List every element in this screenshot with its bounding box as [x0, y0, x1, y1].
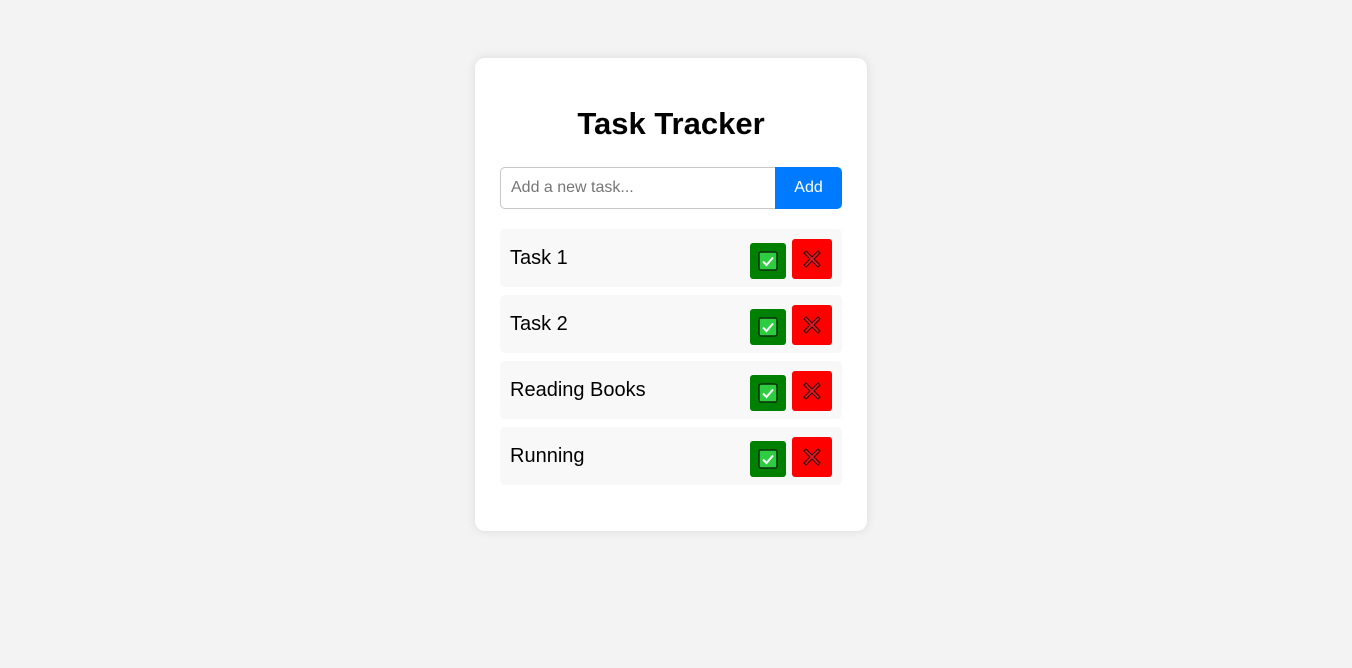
add-task-form: Add [500, 167, 842, 209]
task-text: Task 2 [510, 313, 568, 335]
check-box-icon [758, 449, 778, 469]
delete-task-button[interactable] [792, 239, 832, 279]
page-title: Task Tracker [577, 106, 765, 141]
delete-task-button[interactable] [792, 437, 832, 477]
task-item: Task 2 [500, 295, 842, 353]
add-button[interactable]: Add [775, 167, 842, 209]
task-text: Running [510, 445, 585, 467]
cross-mark-icon [800, 379, 824, 403]
cross-mark-icon [800, 445, 824, 469]
complete-task-button[interactable] [750, 375, 786, 411]
task-item: Running [500, 427, 842, 485]
check-box-icon [758, 251, 778, 271]
cross-mark-icon [800, 313, 824, 337]
check-box-icon [758, 383, 778, 403]
task-text: Reading Books [510, 379, 646, 401]
delete-task-button[interactable] [792, 371, 832, 411]
task-item: Task 1 [500, 229, 842, 287]
task-text: Task 1 [510, 247, 568, 269]
new-task-input[interactable] [500, 167, 775, 209]
check-box-icon [758, 317, 778, 337]
complete-task-button[interactable] [750, 441, 786, 477]
delete-task-button[interactable] [792, 305, 832, 345]
task-item: Reading Books [500, 361, 842, 419]
complete-task-button[interactable] [750, 243, 786, 279]
cross-mark-icon [800, 247, 824, 271]
task-tracker-card: Task Tracker Add Task 1 Task 2 Reading Boo… [475, 58, 867, 531]
task-list: Task 1 Task 2 Reading Books Running [500, 229, 842, 493]
complete-task-button[interactable] [750, 309, 786, 345]
